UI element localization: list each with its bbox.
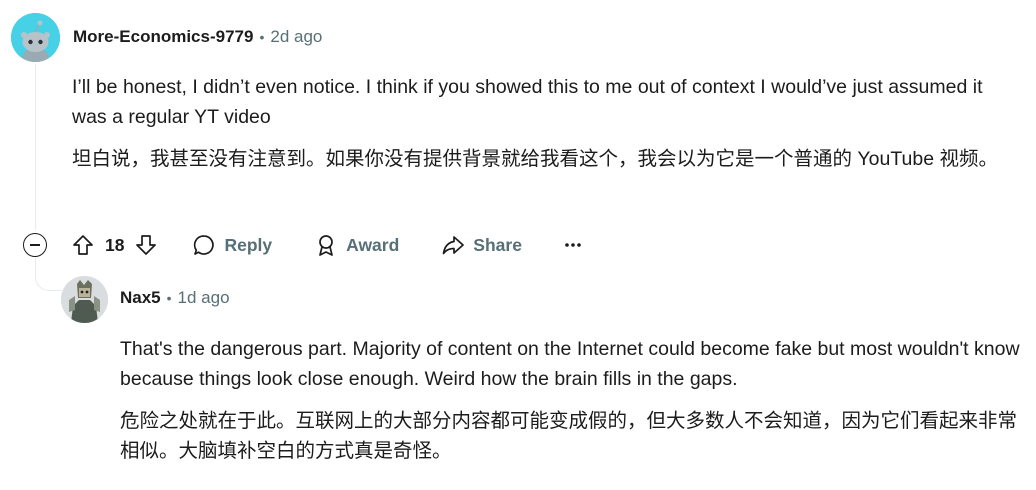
- award-label: Award: [346, 234, 400, 255]
- timestamp[interactable]: 1d ago: [178, 288, 230, 308]
- vote-group: 18: [71, 233, 158, 257]
- more-options-button[interactable]: [564, 241, 582, 249]
- share-icon: [442, 236, 465, 255]
- comment-body: That's the dangerous part. Majority of c…: [120, 334, 1020, 466]
- downvote-icon[interactable]: [134, 233, 158, 257]
- thread-line: [35, 64, 36, 230]
- collapse-icon[interactable]: [23, 233, 47, 257]
- avatar[interactable]: [11, 13, 60, 62]
- vote-count: 18: [105, 234, 125, 255]
- reply-thread-connector: [35, 258, 62, 291]
- comment-text-english: That's the dangerous part. Majority of c…: [120, 338, 1020, 390]
- award-icon: [319, 235, 333, 256]
- meta-separator: •: [166, 290, 172, 306]
- share-button[interactable]: Share: [441, 233, 522, 257]
- meta-separator: •: [259, 29, 265, 45]
- comment-meta: More-Economics-9779 • 2d ago: [73, 27, 322, 47]
- user-avatar-icon: [61, 276, 108, 323]
- reply-button[interactable]: Reply: [192, 233, 272, 257]
- avatar[interactable]: [61, 276, 108, 323]
- more-icon: [565, 243, 581, 247]
- snoo-avatar-icon: [11, 13, 60, 62]
- comment-text-english: I’ll be honest, I didn’t even notice. I …: [72, 76, 983, 128]
- reply-label: Reply: [224, 234, 273, 255]
- comment-action-bar: 18 Reply Award Share: [23, 228, 582, 262]
- comment-meta: Nax5 • 1d ago: [120, 288, 230, 308]
- comment-text-chinese: 坦白说，我甚至没有注意到。如果你没有提供背景就给我看这个，我会以为它是一个普通的…: [72, 148, 998, 170]
- author-name[interactable]: More-Economics-9779: [73, 27, 253, 47]
- author-name[interactable]: Nax5: [120, 288, 161, 308]
- comment-icon: [194, 235, 215, 255]
- share-label: Share: [473, 234, 522, 255]
- comment-text-chinese: 危险之处就在于此。互联网上的大部分内容都可能变成假的，但大多数人不会知道，因为它…: [120, 410, 1018, 462]
- award-button[interactable]: Award: [314, 233, 399, 257]
- timestamp[interactable]: 2d ago: [270, 27, 322, 47]
- upvote-icon[interactable]: [71, 233, 95, 257]
- comment-body: I’ll be honest, I didn’t even notice. I …: [72, 72, 1012, 174]
